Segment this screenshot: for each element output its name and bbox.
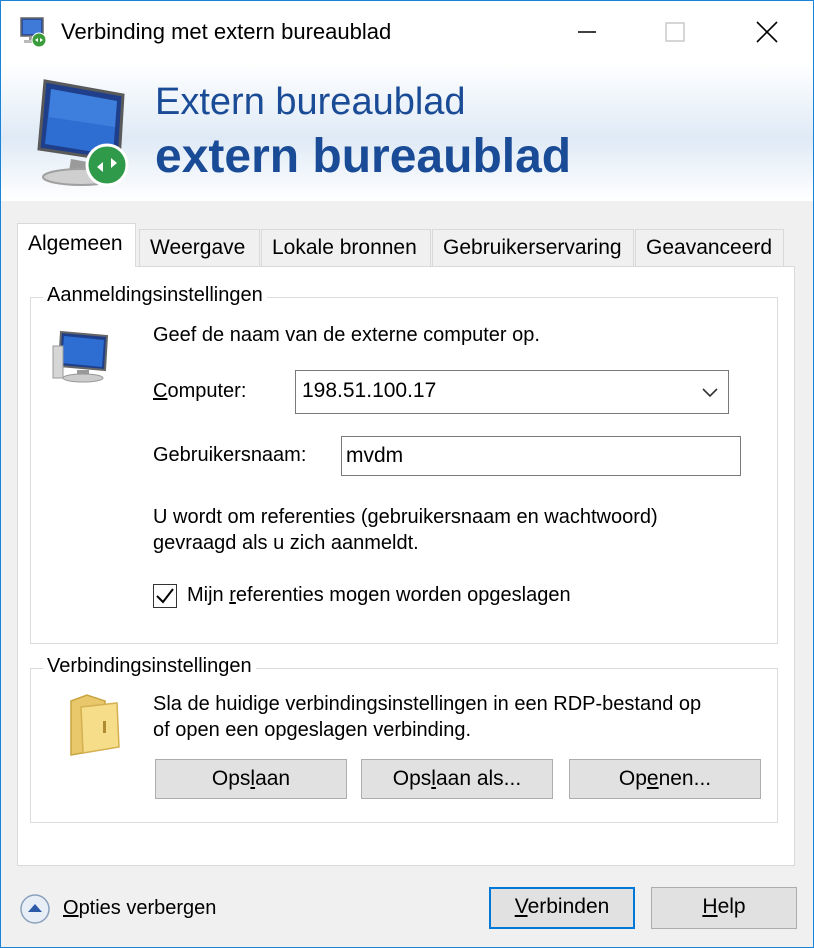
computer-icon [51, 326, 115, 386]
logon-settings-group: Aanmeldingsinstellingen Geef de naam van… [30, 284, 778, 644]
computer-label: Computer: [153, 380, 247, 402]
tab-algemeen[interactable]: Algemeen [17, 223, 136, 267]
tab-panel-algemeen: Aanmeldingsinstellingen Geef de naam van… [17, 266, 795, 866]
maximize-icon [665, 22, 685, 42]
chevron-down-icon[interactable] [700, 382, 720, 407]
maximize-button[interactable] [629, 1, 721, 63]
minimize-button[interactable] [541, 1, 633, 63]
minimize-icon [578, 31, 596, 33]
connection-desc-line2: of open een opgeslagen verbinding. [153, 719, 472, 741]
username-value: mvdm [346, 444, 404, 467]
remote-desktop-monitor-icon [31, 77, 141, 189]
connect-button[interactable]: Verbinden [489, 887, 635, 929]
header-banner: Extern bureaublad extern bureaublad [1, 63, 813, 201]
close-icon [756, 21, 778, 43]
rdp-window: Verbinding met extern bureaublad Extern … [0, 0, 814, 948]
username-label: Gebruikersnaam: [153, 444, 307, 466]
computer-combobox[interactable]: 198.51.100.17 [295, 370, 729, 414]
save-credentials-label[interactable]: Mijn referenties mogen worden opgeslagen [187, 584, 571, 607]
tab-lokale-bronnen[interactable]: Lokale bronnen [261, 229, 431, 267]
connection-settings-label: Verbindingsinstellingen [43, 655, 256, 678]
folder-icon [65, 691, 125, 757]
hide-options-label[interactable]: Opties verbergen [63, 897, 216, 920]
remote-desktop-app-icon [19, 16, 49, 48]
save-button[interactable]: Opslaan [155, 759, 347, 799]
title-bar[interactable]: Verbinding met extern bureaublad [1, 1, 813, 63]
credentials-note-line2: gevraagd als u zich aanmeldt. [153, 532, 419, 554]
computer-instruction: Geef de naam van de externe computer op. [153, 324, 540, 346]
username-field[interactable]: mvdm [341, 436, 741, 476]
connection-desc-line1: Sla de huidige verbindingsinstellingen i… [153, 693, 702, 715]
tab-geavanceerd[interactable]: Geavanceerd [635, 229, 784, 267]
chevron-up-circle-icon[interactable] [19, 893, 51, 930]
credentials-note-line1: U wordt om referenties (gebruikersnaam e… [153, 506, 658, 528]
open-button[interactable]: Openen... [569, 759, 761, 799]
logon-settings-label: Aanmeldingsinstellingen [43, 284, 267, 307]
computer-value: 198.51.100.17 [302, 379, 437, 402]
tab-weergave[interactable]: Weergave [139, 229, 260, 267]
save-credentials-checkbox[interactable] [153, 584, 177, 608]
help-button[interactable]: Help [651, 887, 797, 929]
window-title: Verbinding met extern bureaublad [61, 19, 392, 44]
tab-gebruikerservaring[interactable]: Gebruikerservaring [432, 229, 634, 267]
banner-title: Extern bureaublad [155, 81, 466, 123]
hide-options-toggle[interactable]: Opties verbergen [19, 891, 239, 927]
save-as-button[interactable]: Opslaan als... [361, 759, 553, 799]
connection-settings-group: Verbindingsinstellingen Sla de huidige v… [30, 655, 778, 823]
checkmark-icon [156, 588, 174, 604]
close-button[interactable] [721, 1, 813, 63]
banner-subtitle: extern bureaublad [155, 130, 572, 183]
